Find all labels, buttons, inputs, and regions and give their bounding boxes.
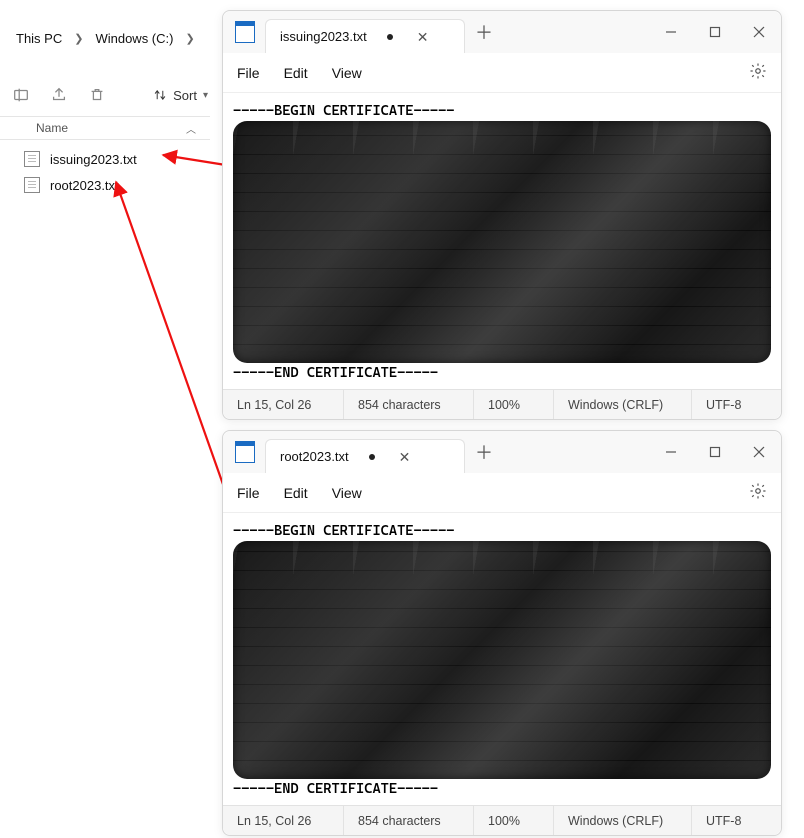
- menu-file[interactable]: File: [237, 65, 260, 81]
- statusbar: Ln 15, Col 26 854 characters 100% Window…: [223, 805, 781, 835]
- chevron-right-icon: ❯: [183, 32, 196, 45]
- sort-label: Sort: [173, 88, 197, 103]
- tab-title: issuing2023.txt: [280, 29, 367, 44]
- file-name: issuing2023.txt: [50, 152, 137, 167]
- column-header-row: Name ︿: [0, 116, 210, 140]
- tab-close-button[interactable]: ✕: [395, 450, 415, 464]
- tab-root[interactable]: root2023.txt ✕: [265, 439, 465, 473]
- menubar: File Edit View: [223, 53, 781, 93]
- chevron-down-icon: ▾: [203, 90, 208, 101]
- titlebar[interactable]: issuing2023.txt ✕ ＋: [223, 11, 781, 53]
- maximize-button[interactable]: [693, 432, 737, 472]
- unsaved-dot-icon: [387, 34, 393, 40]
- file-row-root[interactable]: root2023.txt: [24, 172, 204, 198]
- settings-button[interactable]: [749, 62, 767, 83]
- tab-title: root2023.txt: [280, 449, 349, 464]
- chevron-right-icon: ❯: [72, 32, 85, 45]
- close-button[interactable]: [737, 432, 781, 472]
- status-char-count: 854 characters: [343, 806, 473, 835]
- menu-edit[interactable]: Edit: [284, 485, 308, 501]
- unsaved-dot-icon: [369, 454, 375, 460]
- pem-begin-line: -----BEGIN CERTIFICATE-----: [233, 523, 771, 539]
- status-zoom[interactable]: 100%: [473, 806, 553, 835]
- rename-icon[interactable]: [12, 86, 30, 104]
- status-line-ending: Windows (CRLF): [553, 806, 691, 835]
- crumb-drive-c[interactable]: Windows (C:): [91, 29, 177, 48]
- menu-view[interactable]: View: [332, 65, 362, 81]
- explorer-toolbar: Sort ▾: [0, 80, 220, 110]
- file-list: issuing2023.txt root2023.txt: [24, 146, 204, 198]
- pem-end-line: -----END CERTIFICATE-----: [233, 365, 771, 381]
- new-tab-button[interactable]: ＋: [475, 439, 493, 465]
- maximize-button[interactable]: [693, 12, 737, 52]
- window-controls: [649, 12, 781, 52]
- tab-close-button[interactable]: ✕: [413, 30, 433, 44]
- minimize-button[interactable]: [649, 432, 693, 472]
- notepad-app-icon: [235, 441, 255, 463]
- status-char-count: 854 characters: [343, 390, 473, 419]
- status-cursor-pos: Ln 15, Col 26: [223, 806, 343, 835]
- editor-area[interactable]: -----BEGIN CERTIFICATE----- -----END CER…: [223, 513, 781, 805]
- status-line-ending: Windows (CRLF): [553, 390, 691, 419]
- file-name: root2023.txt: [50, 178, 119, 193]
- menu-file[interactable]: File: [237, 485, 260, 501]
- window-controls: [649, 432, 781, 472]
- notepad-app-icon: [235, 21, 255, 43]
- text-file-icon: [24, 151, 40, 167]
- redacted-certificate-body: [233, 541, 771, 779]
- status-encoding: UTF-8: [691, 806, 781, 835]
- pem-end-line: -----END CERTIFICATE-----: [233, 781, 771, 797]
- notepad-window-issuing: issuing2023.txt ✕ ＋ File Edit View -----…: [222, 10, 782, 420]
- sort-button[interactable]: Sort ▾: [153, 88, 208, 103]
- minimize-button[interactable]: [649, 12, 693, 52]
- menubar: File Edit View: [223, 473, 781, 513]
- text-file-icon: [24, 177, 40, 193]
- chevron-up-icon[interactable]: ︿: [186, 121, 196, 136]
- tab-issuing[interactable]: issuing2023.txt ✕: [265, 19, 465, 53]
- notepad-window-root: root2023.txt ✕ ＋ File Edit View -----BEG…: [222, 430, 782, 836]
- pem-begin-line: -----BEGIN CERTIFICATE-----: [233, 103, 771, 119]
- titlebar[interactable]: root2023.txt ✕ ＋: [223, 431, 781, 473]
- trash-icon[interactable]: [88, 86, 106, 104]
- breadcrumb: This PC ❯ Windows (C:) ❯: [0, 26, 197, 50]
- column-name[interactable]: Name: [0, 121, 68, 135]
- close-button[interactable]: [737, 12, 781, 52]
- menu-view[interactable]: View: [332, 485, 362, 501]
- redacted-certificate-body: [233, 121, 771, 363]
- editor-area[interactable]: -----BEGIN CERTIFICATE----- -----END CER…: [223, 93, 781, 389]
- status-cursor-pos: Ln 15, Col 26: [223, 390, 343, 419]
- status-encoding: UTF-8: [691, 390, 781, 419]
- new-tab-button[interactable]: ＋: [475, 19, 493, 45]
- statusbar: Ln 15, Col 26 854 characters 100% Window…: [223, 389, 781, 419]
- settings-button[interactable]: [749, 482, 767, 503]
- file-row-issuing[interactable]: issuing2023.txt: [24, 146, 204, 172]
- share-icon[interactable]: [50, 86, 68, 104]
- crumb-this-pc[interactable]: This PC: [12, 29, 66, 48]
- menu-edit[interactable]: Edit: [284, 65, 308, 81]
- status-zoom[interactable]: 100%: [473, 390, 553, 419]
